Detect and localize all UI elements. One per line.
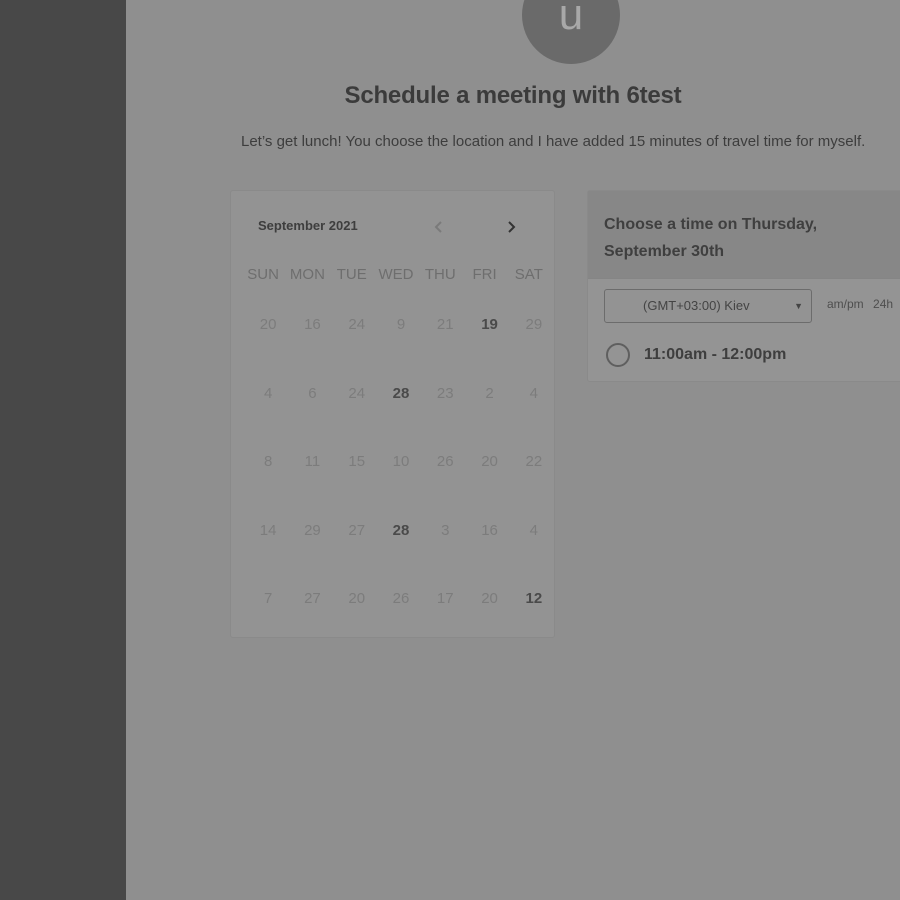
weekday-label: SAT	[514, 266, 543, 283]
day-cell: 8	[263, 453, 273, 470]
weekday-label: SUN	[247, 266, 279, 283]
day-cell: 29	[525, 316, 543, 333]
timezone-select[interactable]: (GMT+03:00) Kiev ▼	[604, 289, 812, 323]
time-slot[interactable]: 11:00am - 12:00pm	[606, 343, 786, 367]
day-cell: 17	[436, 590, 454, 607]
format-12h-option[interactable]: am/pm	[827, 297, 864, 311]
radio-button[interactable]	[606, 343, 630, 367]
day-cell: 4	[529, 521, 538, 539]
time-slot-label: 11:00am - 12:00pm	[644, 346, 787, 363]
time-panel-title: Choose a time on Thursday, September 30t…	[604, 216, 818, 260]
day-cell: 27	[348, 521, 366, 539]
previous-month-button[interactable]	[429, 217, 449, 237]
page-subtitle: Let’s get lunch! You choose the location…	[241, 133, 866, 150]
day-cell: 24	[348, 316, 366, 333]
weekday-label: FRI	[472, 266, 497, 283]
day-cell: 11	[304, 453, 321, 470]
month-label: September 2021	[258, 218, 358, 233]
day-cell-available[interactable]: 19	[467, 317, 511, 386]
day-cell: 15	[348, 453, 366, 470]
day-cell-available[interactable]: 28	[379, 523, 423, 592]
time-panel-header: Choose a time on Thursday, September 30t…	[588, 191, 900, 279]
day-cell: 23	[436, 384, 454, 402]
day-cell: 22	[525, 453, 543, 470]
day-cell: 3	[441, 521, 450, 539]
page-title: Schedule a meeting with 6test	[344, 82, 682, 109]
date-picker: September 2021 SUN MON TUE WED THU FRI S…	[230, 190, 555, 638]
day-cell: 7	[263, 590, 273, 607]
day-cell: 4	[263, 384, 273, 402]
time-format-toggle: am/pm 24h	[827, 297, 899, 311]
week-row: 14 29 27 28 3 16 4	[246, 523, 556, 592]
week-row: 4 6 24 28 23 2 4	[246, 386, 556, 455]
day-cell: 20	[348, 590, 366, 607]
day-cell: 29	[304, 521, 321, 539]
weekday-header: SUN MON TUE WED THU FRI SAT	[241, 266, 551, 283]
day-cell: 16	[481, 521, 498, 539]
day-cell: 6	[308, 384, 317, 402]
day-cell: 20	[259, 316, 277, 333]
time-selection-panel: Choose a time on Thursday, September 30t…	[587, 190, 900, 382]
day-cell: 4	[529, 384, 538, 402]
day-cell: 20	[481, 453, 498, 470]
chevron-left-icon	[434, 221, 442, 233]
weekday-label: TUE	[336, 266, 367, 283]
day-cell: 26	[436, 453, 454, 470]
day-cell: 26	[392, 590, 410, 607]
day-cell: 10	[392, 453, 410, 470]
day-cell: 21	[436, 316, 454, 333]
week-row: 8 11 15 10 26 20 22	[246, 454, 556, 523]
day-grid: 20 16 24 9 21 19 29 4 6 24 28 23 2 4 8 1…	[246, 317, 556, 660]
chevron-right-icon	[508, 221, 516, 233]
next-month-button[interactable]	[501, 217, 521, 237]
week-row: 7 27 20 26 17 20 12	[246, 591, 556, 660]
day-cell: 24	[348, 384, 366, 402]
weekday-label: WED	[378, 266, 414, 283]
timezone-value: (GMT+03:00) Kiev	[643, 298, 750, 313]
weekday-label: MON	[289, 266, 325, 283]
day-cell: 27	[304, 590, 321, 607]
day-cell-available[interactable]: 12	[512, 591, 556, 660]
sidebar	[0, 0, 126, 900]
day-cell: 9	[396, 316, 406, 333]
format-24h-option[interactable]: 24h	[873, 297, 893, 311]
day-cell: 20	[481, 590, 498, 607]
day-cell: 16	[304, 316, 321, 333]
weekday-label: THU	[424, 266, 456, 283]
avatar: u	[522, 0, 620, 64]
caret-down-icon: ▼	[794, 301, 803, 311]
day-cell-available[interactable]: 28	[379, 386, 423, 455]
week-row: 20 16 24 9 21 19 29	[246, 317, 556, 386]
day-cell: 2	[485, 384, 494, 402]
day-cell: 14	[259, 521, 277, 539]
